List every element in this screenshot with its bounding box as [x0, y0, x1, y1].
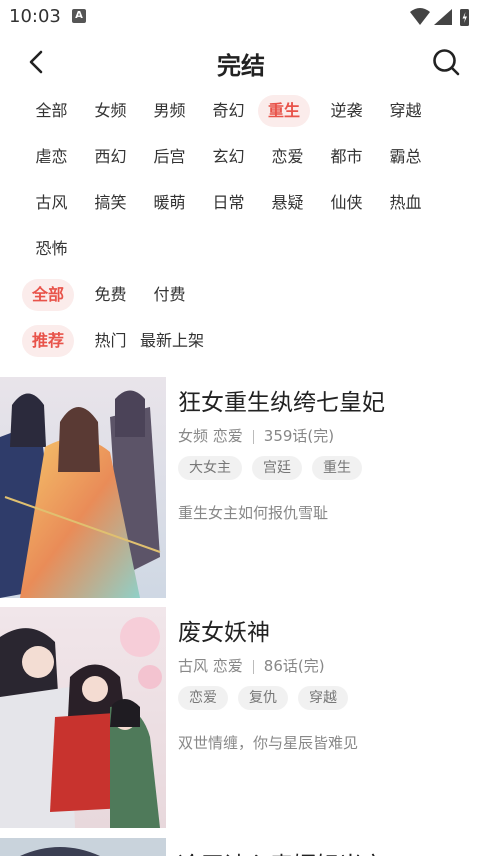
price-chip[interactable]: 付费 [140, 279, 199, 311]
category-chip[interactable]: 穿越 [376, 95, 435, 127]
comic-tag: 穿越 [298, 686, 348, 710]
status-bar: 10:03 A [0, 0, 482, 34]
sort-chip[interactable]: 最新上架 [140, 325, 210, 357]
price-chip[interactable]: 全部 [22, 279, 74, 311]
comic-cover-image[interactable] [0, 377, 166, 598]
category-chip[interactable]: 玄幻 [199, 141, 258, 173]
category-chip[interactable]: 重生 [258, 95, 310, 127]
comic-tag: 恋爱 [178, 686, 228, 710]
comic-cover-image[interactable] [0, 838, 166, 856]
comic-description: 双世情缠，你与星辰皆难见 [178, 734, 359, 752]
signal-icon [434, 9, 452, 25]
sort-chip[interactable]: 热门 [81, 325, 140, 357]
comic-tag: 宫廷 [252, 456, 302, 480]
search-icon[interactable] [430, 46, 462, 78]
category-chip[interactable]: 暖萌 [140, 187, 199, 219]
comic-title[interactable]: 冷王读心毒婿妃当家 [178, 846, 385, 856]
comic-meta: 古风 恋爱 86话(完) [178, 655, 472, 676]
comic-title[interactable]: 废女妖神 [178, 613, 472, 647]
category-chip[interactable]: 日常 [199, 187, 258, 219]
category-chip[interactable]: 全部 [22, 95, 81, 127]
wifi-icon [410, 8, 430, 25]
category-chip[interactable]: 搞笑 [81, 187, 140, 219]
comic-item-partial[interactable]: 冷王读心毒婿妃当家 [0, 838, 482, 856]
comic-info: 废女妖神 古风 恋爱 86话(完) 恋爱 复仇 穿越 双世情缠，你与星辰皆难见 [178, 607, 472, 753]
comic-title[interactable]: 狂女重生纨绔七皇妃 [178, 383, 472, 417]
category-chip[interactable]: 恋爱 [258, 141, 317, 173]
comic-genre: 古风 恋爱 [178, 657, 243, 675]
category-chip[interactable]: 逆袭 [317, 95, 376, 127]
price-chip[interactable]: 免费 [81, 279, 140, 311]
comic-meta: 女频 恋爱 359话(完) [178, 425, 472, 446]
comic-tag: 大女主 [178, 456, 242, 480]
category-chip[interactable]: 女频 [81, 95, 140, 127]
comic-chapters: 359话(完) [263, 427, 335, 445]
filter-panel: 全部 女频 男频 奇幻 重生 逆袭 穿越 虐恋 西幻 后宫 玄幻 恋爱 都市 霸总 古风 搞笑 暖萌 日常 悬疑 仙侠… [22, 95, 462, 371]
comic-tags: 恋爱 复仇 穿越 [178, 686, 472, 710]
category-chip[interactable]: 热血 [376, 187, 435, 219]
page-title: 完结 [217, 52, 265, 80]
category-chip[interactable]: 悬疑 [258, 187, 317, 219]
category-chip[interactable]: 后宫 [140, 141, 199, 173]
comic-chapters: 86话(完) [263, 657, 325, 675]
comic-tags: 大女主 宫廷 重生 [178, 456, 472, 480]
category-chip[interactable]: 奇幻 [199, 95, 258, 127]
meta-divider [252, 429, 254, 444]
category-chip[interactable]: 男频 [140, 95, 199, 127]
comic-genre: 女频 恋爱 [178, 427, 243, 445]
category-chip[interactable]: 虐恋 [22, 141, 81, 173]
comic-tag: 重生 [312, 456, 362, 480]
notification-icon: A [72, 9, 86, 23]
category-chip[interactable]: 古风 [22, 187, 81, 219]
category-chip[interactable]: 仙侠 [317, 187, 376, 219]
meta-divider [252, 659, 254, 674]
comic-item[interactable]: 废女妖神 古风 恋爱 86话(完) 恋爱 复仇 穿越 双世情缠，你与星辰皆难见 [0, 607, 482, 837]
category-chip[interactable]: 霸总 [376, 141, 435, 173]
top-app-bar: 完结 [0, 36, 482, 88]
sort-chip[interactable]: 推荐 [22, 325, 74, 357]
comic-info: 狂女重生纨绔七皇妃 女频 恋爱 359话(完) 大女主 宫廷 重生 重生女主如何报… [178, 377, 472, 523]
status-time: 10:03 [9, 6, 61, 27]
comic-item[interactable]: 狂女重生纨绔七皇妃 女频 恋爱 359话(完) 大女主 宫廷 重生 重生女主如何报… [0, 377, 482, 607]
comic-list: 狂女重生纨绔七皇妃 女频 恋爱 359话(完) 大女主 宫廷 重生 重生女主如何报… [0, 377, 482, 837]
category-chip[interactable]: 西幻 [81, 141, 140, 173]
sort-filter: 推荐 热门 最新上架 [22, 325, 462, 371]
comic-description: 重生女主如何报仇雪耻 [178, 504, 329, 522]
category-chip[interactable]: 恐怖 [22, 233, 81, 265]
comic-cover-image[interactable] [0, 607, 166, 828]
comic-tag: 复仇 [238, 686, 288, 710]
category-filter: 全部 女频 男频 奇幻 重生 逆袭 穿越虐恋 西幻 后宫 玄幻 恋爱 都市 霸总古风 搞笑 暖萌 日常 悬疑 仙侠… [22, 95, 462, 279]
price-filter: 全部 免费 付费 [22, 279, 462, 325]
category-chip[interactable]: 都市 [317, 141, 376, 173]
system-status-icons [410, 8, 469, 26]
